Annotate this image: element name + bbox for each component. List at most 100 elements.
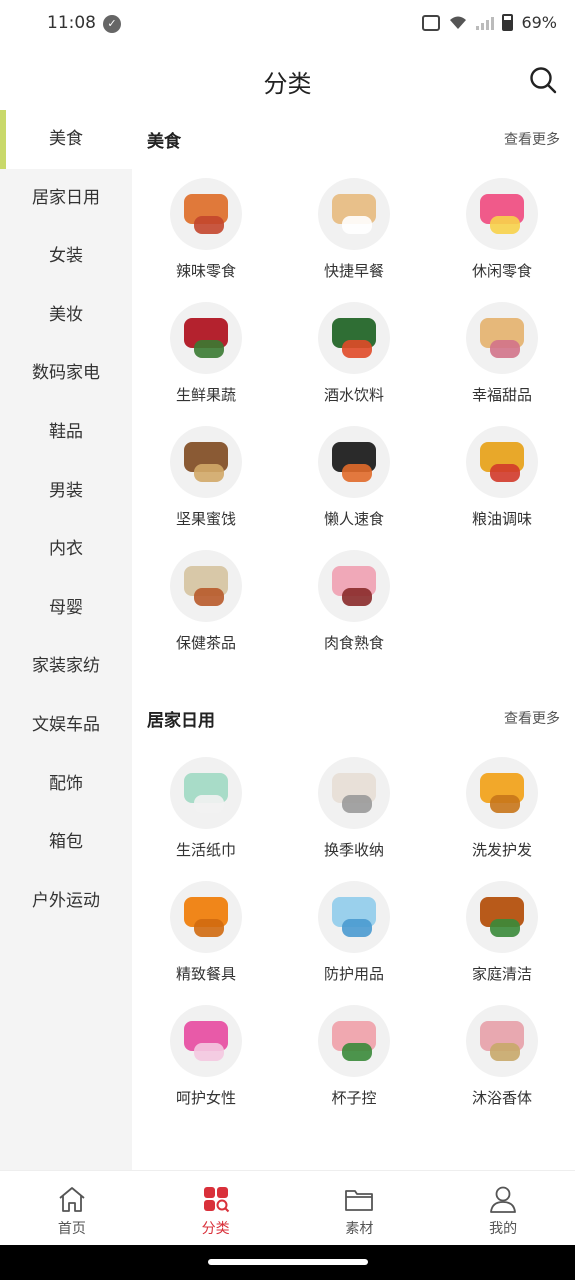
nav-home[interactable]: 首页 [0,1171,144,1245]
wifi-icon [450,16,467,29]
sidebar-item[interactable]: 鞋品 [0,403,132,462]
bottom-nav: 首页 分类 素材 我的 [0,1170,575,1245]
battery-icon [502,14,514,31]
battery-level: 69% [521,13,557,32]
category-label: 洗发护发 [471,841,532,859]
category-tile[interactable]: 保健茶品 [132,550,280,653]
category-grid: 辣味零食 快捷早餐 休闲零食生鲜果蔬 酒水饮料 幸福甜品坚果蜜饯 懒人速食 粮油调味保健茶品… [132,166,575,653]
category-label: 换季收纳 [323,841,384,859]
header: 分类 [0,50,575,110]
category-thumbnail [318,1005,390,1077]
section-header: 美食 查看更多 [132,110,575,166]
page-title: 分类 [263,70,312,98]
category-label: 懒人速食 [323,510,384,528]
category-tile[interactable]: 沐浴香体 [428,1005,575,1108]
nav-mine-label: 我的 [489,1221,518,1237]
gesture-bar [0,1245,575,1280]
category-label: 粮油调味 [471,510,532,528]
section-title: 居家日用 [147,711,215,731]
sidebar-item[interactable]: 配饰 [0,755,132,814]
category-icon [203,1187,229,1213]
category-label: 幸福甜品 [471,386,532,404]
sidebar-item[interactable]: 美食 [0,110,132,169]
sidebar-item[interactable]: 母婴 [0,579,132,638]
sidebar-item[interactable]: 家装家纺 [0,637,132,696]
category-grid: 生活纸巾 换季收纳 洗发护发精致餐具 防护用品 家庭清洁呵护女性 杯子控 沐浴香体 [132,745,575,1108]
category-tile[interactable]: 家庭清洁 [428,881,575,984]
category-tile[interactable]: 休闲零食 [428,178,575,281]
category-thumbnail [318,881,390,953]
category-tile[interactable]: 换季收纳 [280,757,428,860]
category-thumbnail [466,1005,538,1077]
nav-category-label: 分类 [201,1221,230,1237]
status-time: 11:08 [47,13,96,33]
category-thumbnail [318,550,390,622]
home-indicator[interactable] [208,1259,368,1265]
category-thumbnail [466,426,538,498]
category-tile[interactable]: 酒水饮料 [280,302,428,405]
sidebar-item[interactable]: 数码家电 [0,344,132,403]
category-tile[interactable]: 幸福甜品 [428,302,575,405]
category-sidebar: 美食 居家日用 女装 美妆 数码家电 鞋品 男装 内衣 母婴 家装家纺 文娱车品 配饰 箱包 户外运动 [0,110,132,1170]
category-label: 生鲜果蔬 [175,386,236,404]
category-label: 保健茶品 [175,634,236,652]
category-thumbnail [318,178,390,250]
category-label: 肉食熟食 [323,634,384,652]
category-label: 精致餐具 [175,965,236,983]
status-bar: 11:08 ✓ 69% [0,0,575,50]
category-tile[interactable]: 生活纸巾 [132,757,280,860]
category-label: 坚果蜜饯 [175,510,236,528]
view-more-link[interactable]: 查看更多 [504,129,560,149]
category-thumbnail [318,757,390,829]
category-thumbnail [466,178,538,250]
category-tile[interactable]: 快捷早餐 [280,178,428,281]
nav-mine[interactable]: 我的 [431,1171,575,1245]
status-indicators: 69% [422,13,557,32]
sidebar-item[interactable]: 内衣 [0,520,132,579]
category-thumbnail [170,178,242,250]
home-icon [59,1187,85,1212]
category-tile[interactable]: 坚果蜜饯 [132,426,280,529]
category-thumbnail [318,302,390,374]
category-label: 沐浴香体 [471,1089,532,1107]
category-tile[interactable]: 懒人速食 [280,426,428,529]
category-tile[interactable]: 粮油调味 [428,426,575,529]
sidebar-item[interactable]: 户外运动 [0,872,132,931]
search-icon[interactable] [529,66,557,94]
category-tile[interactable]: 洗发护发 [428,757,575,860]
category-thumbnail [170,550,242,622]
nav-material[interactable]: 素材 [288,1171,432,1245]
category-label: 辣味零食 [175,262,236,280]
sidebar-item[interactable]: 女装 [0,227,132,286]
category-label: 呵护女性 [175,1089,236,1107]
category-tile[interactable]: 肉食熟食 [280,550,428,653]
category-tile[interactable]: 辣味零食 [132,178,280,281]
category-tile[interactable]: 精致餐具 [132,881,280,984]
category-tile[interactable]: 生鲜果蔬 [132,302,280,405]
folder-icon [345,1190,374,1211]
sidebar-item[interactable]: 美妆 [0,286,132,345]
category-thumbnail [318,426,390,498]
sidebar-item[interactable]: 居家日用 [0,169,132,228]
category-thumbnail [170,1005,242,1077]
user-icon [490,1186,517,1213]
category-tile[interactable]: 防护用品 [280,881,428,984]
category-label: 生活纸巾 [175,841,236,859]
section-title: 美食 [147,132,181,152]
sidebar-item[interactable]: 箱包 [0,813,132,872]
category-thumbnail [466,302,538,374]
category-label: 防护用品 [323,965,384,983]
category-content: 美食 查看更多 辣味零食 快捷早餐 休闲零食 生鲜果蔬 酒水饮料 幸福甜品 坚果蜜饯 懒人速食 粮油… [132,110,575,1170]
category-tile[interactable]: 呵护女性 [132,1005,280,1108]
category-label: 杯子控 [331,1089,377,1107]
category-thumbnail [170,426,242,498]
sidebar-item[interactable]: 男装 [0,462,132,521]
nav-material-label: 素材 [345,1221,374,1237]
category-label: 快捷早餐 [323,262,384,280]
nav-category[interactable]: 分类 [144,1171,288,1245]
section-header: 居家日用 查看更多 [132,689,575,745]
sidebar-item[interactable]: 文娱车品 [0,696,132,755]
category-tile[interactable]: 杯子控 [280,1005,428,1108]
view-more-link[interactable]: 查看更多 [504,708,560,728]
nav-home-label: 首页 [57,1221,86,1237]
